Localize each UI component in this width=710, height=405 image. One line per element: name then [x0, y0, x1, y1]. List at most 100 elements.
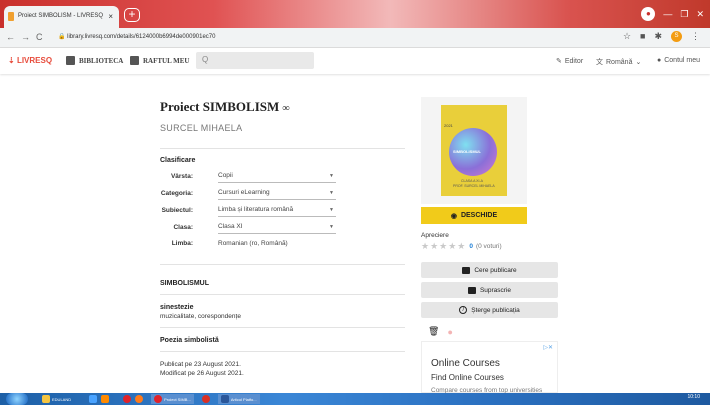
eye-icon: ◉	[450, 212, 457, 220]
caret-down-icon: ▼	[329, 207, 334, 213]
taskbar-item-eduland[interactable]: EDULAND	[42, 394, 71, 404]
editor-link[interactable]: ✎ Editor	[556, 57, 583, 66]
puzzle-icon[interactable]: ✱	[654, 31, 662, 42]
browser-tab[interactable]: Proiect SIMBOLISM - LIVRESQ ×	[4, 6, 119, 28]
nav-raftul-meu[interactable]: RAFTUL MEU	[130, 56, 189, 65]
menu-icon[interactable]: ⋮	[691, 31, 700, 42]
categoria-select[interactable]: Cursuri eLearning ▼	[218, 189, 336, 200]
app-navbar: ⇣ LIVRESQ BIBLIOTECA RAFTUL MEU Q ✎ Edito…	[0, 48, 710, 74]
delete-publication-button[interactable]: / Șterge publicația	[421, 302, 558, 318]
tab-close-icon[interactable]: ×	[108, 12, 113, 21]
livresq-logo[interactable]: ⇣ LIVRESQ	[8, 56, 52, 65]
caret-down-icon: ▼	[329, 173, 334, 179]
cover-image: 2021 SIMBOLISMUL CLASA A XI-A PROF. SURC…	[441, 105, 507, 196]
stamp-icon	[462, 266, 471, 274]
star-icon[interactable]: ☆	[623, 31, 631, 42]
title-text: Proiect SIMBOLISM	[160, 99, 280, 114]
account-link[interactable]: ● Contul meu	[657, 57, 700, 64]
ad-title: Online Courses	[431, 358, 500, 369]
new-tab-button[interactable]: +	[124, 8, 140, 22]
modified-date: Modificat pe 26 August 2021.	[160, 370, 244, 377]
editor-icon: ✎	[556, 58, 562, 65]
keywords-text: muzicalitate, corespondențe	[160, 313, 241, 320]
cover-title: SIMBOLISMUL	[453, 149, 481, 154]
logo-text: LIVRESQ	[16, 56, 53, 65]
extension-icon[interactable]: ■	[640, 31, 645, 42]
rating-label: Apreciere	[421, 232, 449, 239]
chrome-icon	[154, 395, 163, 403]
opera-icon[interactable]	[123, 394, 132, 404]
varsta-select[interactable]: Copii ▼	[218, 172, 336, 183]
firefox-icon[interactable]	[135, 394, 144, 404]
rating-stars[interactable]: ★★★★★ 0 (0 voturi)	[421, 241, 502, 252]
nav-biblioteca[interactable]: BIBLIOTECA	[66, 56, 123, 65]
subiectul-select[interactable]: Limba și literatura română ▼	[218, 206, 336, 217]
divider	[160, 148, 405, 149]
cover-class: CLASA A XI-A	[461, 179, 483, 183]
divider	[160, 351, 405, 352]
book-cover[interactable]: 2021 SIMBOLISMUL CLASA A XI-A PROF. SURC…	[421, 97, 527, 204]
flag-icon[interactable]: ●	[447, 327, 452, 337]
author-name: SURCEL MIHAELA	[160, 123, 243, 133]
open-button[interactable]: ◉ DESCHIDE	[421, 207, 527, 224]
varsta-value: Copii	[218, 172, 233, 179]
translate-icon: 文	[596, 59, 603, 66]
divider	[160, 327, 405, 328]
rating-count: 0	[469, 243, 473, 250]
word-icon	[220, 395, 229, 403]
clasa-value: Clasa XI	[218, 223, 243, 230]
subiectul-value: Limba și literatura română	[218, 206, 294, 213]
overwrite-icon	[467, 286, 476, 294]
chrome-icon	[201, 395, 210, 403]
taskbar-item-label: Proiect SIMB...	[164, 396, 191, 402]
keywords-title: sinestezie	[160, 304, 194, 311]
close-window-icon[interactable]: ✕	[696, 9, 704, 20]
minimize-icon[interactable]: —	[663, 9, 672, 19]
taskbar-item-word[interactable]: Articol Platfo...	[217, 394, 260, 404]
chevron-down-icon: ⌄	[635, 59, 642, 66]
search-input[interactable]: Q	[196, 52, 314, 69]
link-icon[interactable]: ∞	[283, 103, 290, 114]
language-select[interactable]: 文 Română ⌄	[596, 57, 641, 67]
media-icon[interactable]	[101, 394, 110, 404]
open-label: DESCHIDE	[460, 212, 498, 219]
url-field[interactable]: 🔒 library.livresq.com/details/6124000b69…	[58, 33, 215, 40]
cover-author: PROF. SURCEL MIHAELA	[453, 184, 495, 188]
address-bar: ←→C 🔒 library.livresq.com/details/612400…	[0, 28, 710, 48]
clock[interactable]: 10:10	[687, 394, 700, 400]
overwrite-label: Suprascrie	[479, 286, 512, 294]
browser-tab-bar: Proiect SIMBOLISM - LIVRESQ × + ● — ❐ ✕	[0, 0, 710, 28]
caret-down-icon: ▼	[329, 224, 334, 230]
account-icon: ●	[657, 57, 662, 64]
field-label-varsta: Vârsta:	[170, 173, 193, 180]
caret-down-icon: ▼	[329, 190, 334, 196]
start-button[interactable]	[6, 393, 28, 405]
clasificare-heading: Clasificare	[160, 157, 196, 164]
account-badge-icon[interactable]: S	[671, 31, 682, 42]
maximize-icon[interactable]: ❐	[680, 9, 688, 20]
taskbar-item-chrome[interactable]: Proiect SIMB...	[151, 394, 194, 404]
taskbar-item-label: Articol Platfo...	[230, 396, 257, 402]
profile-avatar-icon[interactable]: ●	[641, 7, 656, 21]
field-label-categoria: Categoria:	[160, 190, 193, 197]
ad-close-icon[interactable]: ▷✕	[543, 344, 553, 351]
search-icon: Q	[202, 55, 209, 64]
player-icon	[101, 395, 110, 403]
cover-year: 2021	[444, 123, 453, 128]
clasa-select[interactable]: Clasa XI ▼	[218, 223, 336, 234]
request-publish-button[interactable]: Cere publicare	[421, 262, 558, 278]
trash-icon[interactable]: 🗑	[428, 326, 439, 337]
account-label: Contul meu	[664, 57, 701, 64]
nav-buttons[interactable]: ←→C	[6, 32, 49, 42]
shelf-icon	[130, 56, 139, 65]
opera-logo-icon	[123, 395, 132, 403]
nav-raftul-label: RAFTUL MEU	[143, 56, 190, 65]
ie-icon[interactable]	[89, 394, 98, 404]
section-poezia: Poezia simbolistă	[160, 337, 219, 344]
extensions-area: ☆ ■ ✱ S ⋮	[623, 31, 700, 42]
ban-icon: /	[459, 306, 468, 314]
categoria-value: Cursuri eLearning	[218, 189, 270, 196]
ad-banner[interactable]: ▷✕ Online Courses Find Online Courses Co…	[421, 341, 558, 394]
taskbar-item-chrome2[interactable]	[201, 394, 210, 404]
overwrite-button[interactable]: Suprascrie	[421, 282, 558, 298]
